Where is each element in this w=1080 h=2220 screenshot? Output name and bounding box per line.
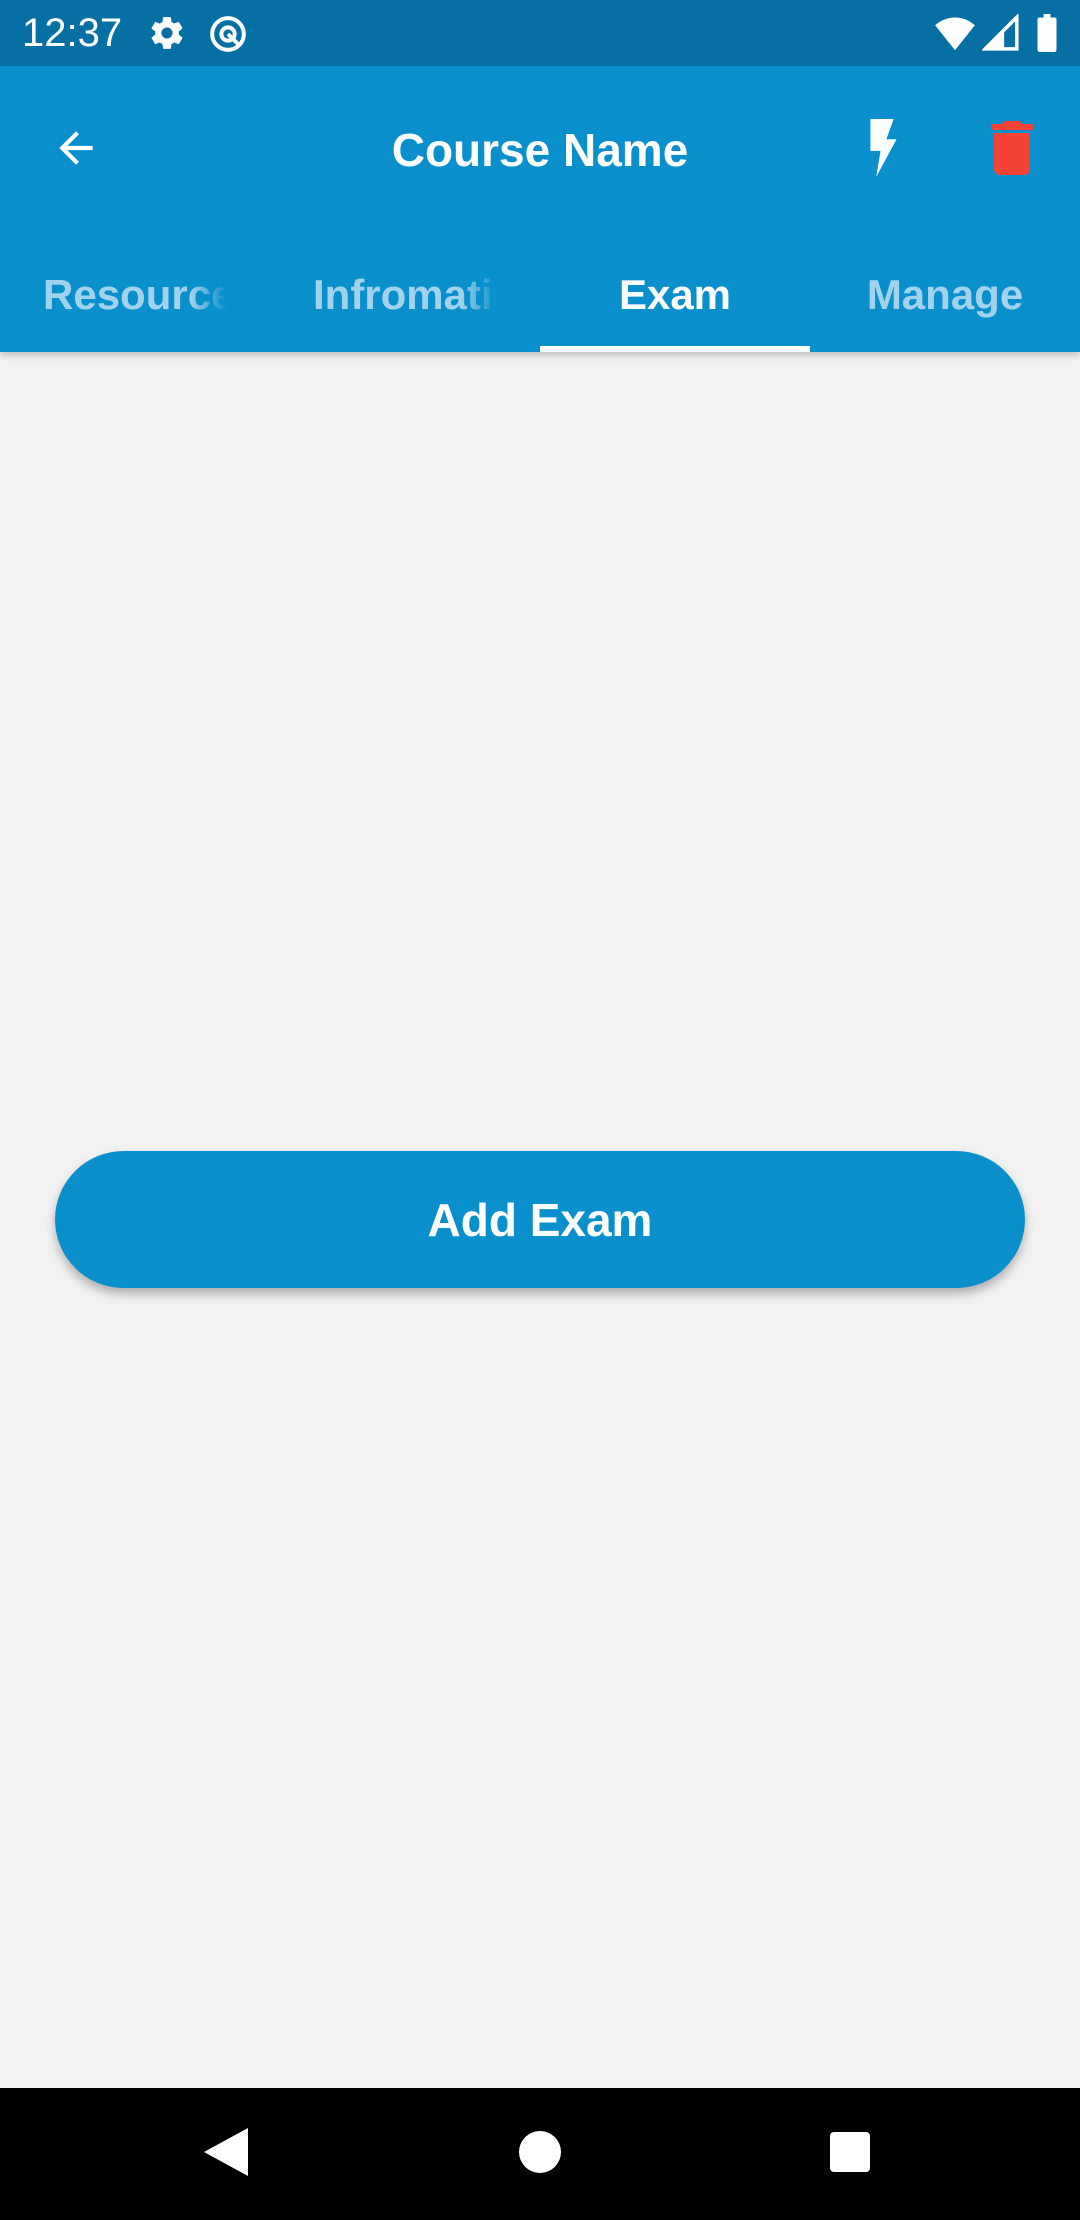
status-bar: 12:37 <box>0 0 1080 66</box>
page-title: Course Name <box>391 124 689 176</box>
tab-indicator <box>540 346 810 352</box>
recents-square-icon <box>830 2131 870 2177</box>
nav-back-button[interactable] <box>186 2114 266 2194</box>
app-bar: Course Name Resources Infromation Exam <box>0 66 1080 352</box>
status-time: 12:37 <box>22 11 123 55</box>
tab-label: Exam <box>618 271 732 318</box>
tab-label: Infromation <box>313 271 497 318</box>
tab-resources[interactable]: Resources <box>0 238 270 352</box>
battery-icon <box>1036 14 1058 57</box>
tab-label: Manage <box>866 271 1024 318</box>
nav-bar <box>0 2088 1080 2220</box>
nav-recents-button[interactable] <box>810 2114 890 2194</box>
gear-icon <box>148 14 186 57</box>
add-exam-button[interactable]: Add Exam <box>55 1151 1025 1288</box>
screen: 12:37 Course Name Resource Infromati Exa… <box>0 0 1080 2220</box>
flash-icon <box>864 118 900 182</box>
back-triangle-icon <box>204 2127 248 2181</box>
tab-label: Resources <box>43 271 227 318</box>
home-circle-icon <box>519 2130 561 2178</box>
cell-signal-icon <box>980 12 1020 57</box>
tab-manage[interactable]: Manage <box>810 238 1080 352</box>
delete-button[interactable] <box>976 110 1048 190</box>
back-button[interactable] <box>40 114 112 186</box>
trash-icon <box>990 120 1034 180</box>
tab-bar: Resources Infromation Exam Manage <box>0 238 1080 352</box>
tab-infromation[interactable]: Infromation <box>270 238 540 352</box>
flash-button[interactable] <box>846 110 918 190</box>
arrow-left-icon <box>51 123 101 178</box>
at-sign-icon <box>208 14 248 59</box>
wifi-icon <box>934 14 976 57</box>
tab-exam[interactable]: Exam <box>540 238 810 352</box>
nav-home-button[interactable] <box>500 2114 580 2194</box>
